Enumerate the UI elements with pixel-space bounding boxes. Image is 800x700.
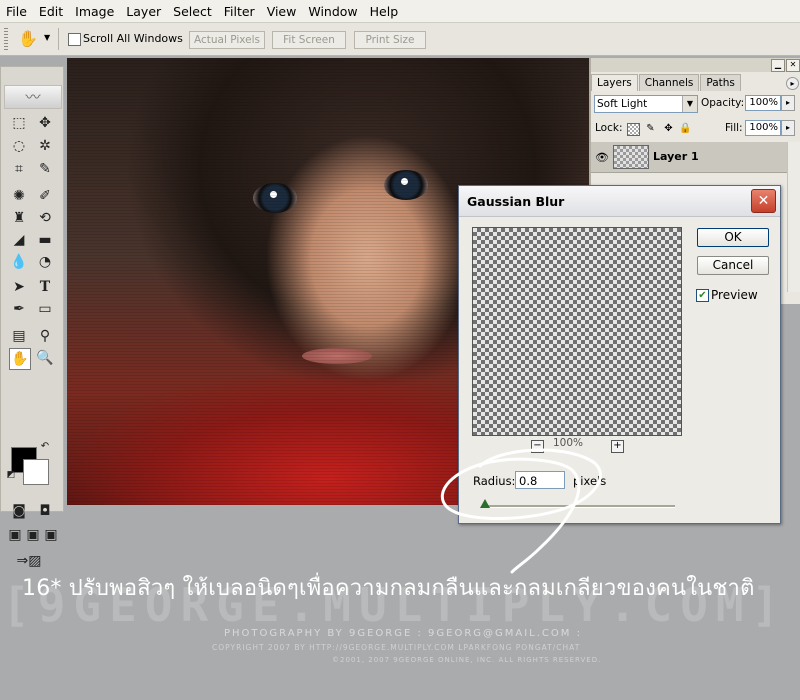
credit-line-2: COPYRIGHT 2007 BY HTTP://9GEORGE.MULTIPL… <box>212 643 581 652</box>
tutorial-caption: 16* ปรับพอสิวๆ ให้เบลอนิดๆเพื่อความกลมกล… <box>22 576 755 601</box>
credit-line-1: PHOTOGRAPHY BY 9GEORGE : 9GEORG@GMAIL.CO… <box>224 628 582 639</box>
credit-line-3: ©2001, 2007 9GEORGE ONLINE, INC. ALL RIG… <box>332 656 602 664</box>
